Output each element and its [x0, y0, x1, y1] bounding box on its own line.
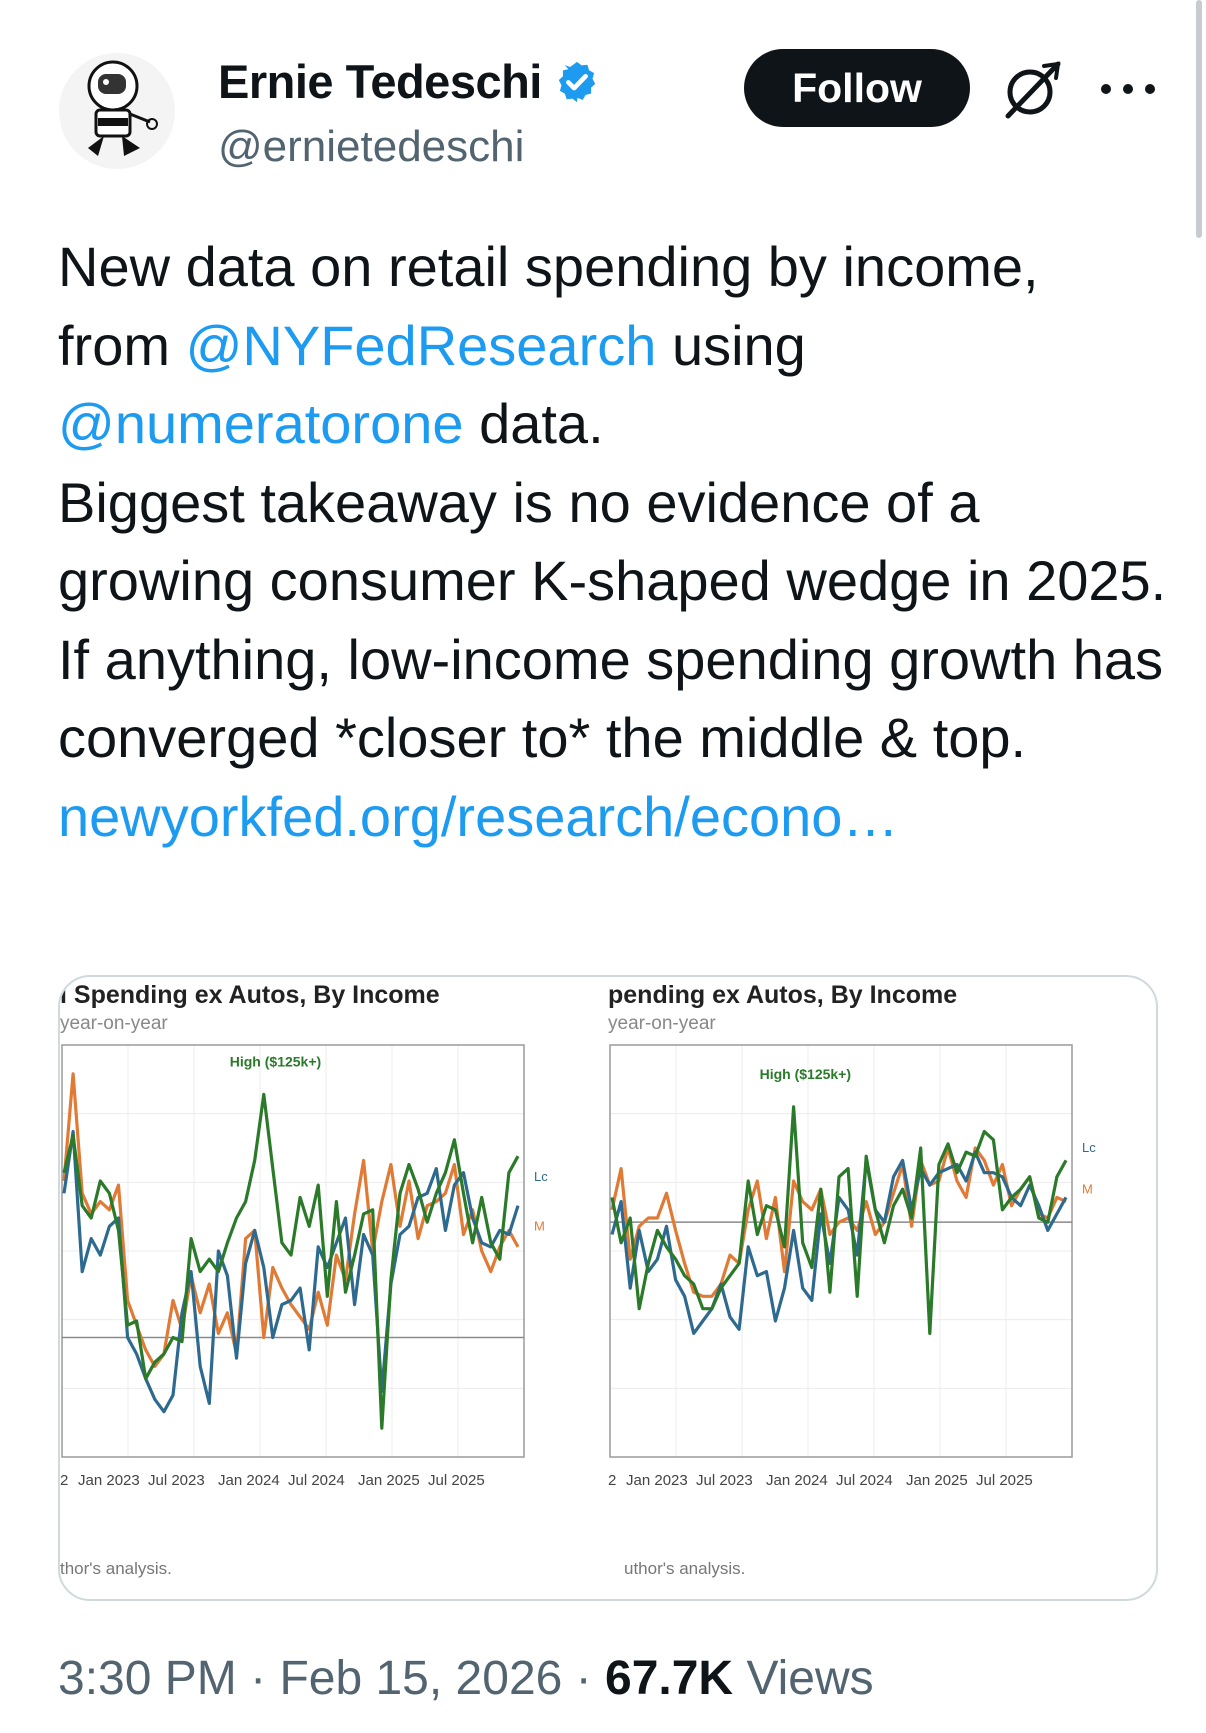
author-name[interactable]: Ernie Tedeschi: [218, 54, 542, 109]
x-tick-label: Jan 2024: [766, 1472, 828, 1489]
chart-right-subtitle: year-on-year: [608, 1013, 716, 1034]
chart-left-title: l Spending ex Autos, By Income: [60, 981, 440, 1009]
mention-numeratorone[interactable]: @numeratorone: [58, 392, 464, 455]
annotation-low-label: Lc: [534, 1169, 548, 1184]
tweet-from: from: [58, 313, 170, 377]
scrollbar[interactable]: [1196, 0, 1202, 238]
meta-separator: ·: [575, 1652, 592, 1705]
series-line-0: [62, 1092, 520, 1430]
x-tick-label: Jul 2023: [696, 1472, 753, 1489]
author-name-row[interactable]: Ernie Tedeschi: [218, 54, 600, 109]
tweet-data-word: data.: [479, 392, 604, 455]
more-options-icon[interactable]: [1096, 76, 1160, 102]
chart-right-svg: High ($125k+) Lc M 2 Jan 2023 Jul 2023 Jan 202…: [608, 1044, 1096, 1489]
x-tick-label: Jan 2023: [78, 1472, 140, 1489]
annotation-low-label: Lc: [1082, 1140, 1096, 1155]
x-tick-label: Jul 2024: [836, 1472, 893, 1489]
chart-left-subtitle: year-on-year: [60, 1013, 168, 1034]
chart-right-title: pending ex Autos, By Income: [608, 981, 958, 1009]
chart-left-svg: High ($125k+) Lc M 2 Jan 2023 Jul 2023 Jan 202…: [60, 1044, 548, 1489]
x-tick-label: 2: [60, 1472, 68, 1489]
series-line-2: [62, 1129, 520, 1414]
media-card[interactable]: High ($125k+) Lc M 2 Jan 2023 Jul 2023 Jan 202…: [58, 975, 1158, 1601]
mention-nyfedresearch[interactable]: @NYFedResearch: [186, 314, 657, 377]
views-count: 67.7K: [605, 1652, 734, 1705]
chart-right-source: uthor's analysis.: [624, 1559, 746, 1578]
annotation-high-label: High ($125k+): [760, 1066, 851, 1082]
x-tick-label: Jan 2025: [906, 1472, 968, 1489]
views-label: Views: [746, 1652, 874, 1705]
avatar[interactable]: [58, 52, 176, 170]
meta-separator: ·: [250, 1652, 267, 1705]
x-tick-label: Jul 2025: [428, 1472, 485, 1489]
tweet-link[interactable]: newyorkfed.org/research/econo…: [58, 785, 898, 848]
annotation-middle-label: M: [1082, 1181, 1093, 1196]
tweet-text: New data on retail spending by income, f…: [58, 228, 1168, 856]
verified-badge-icon: [558, 61, 596, 102]
x-tick-label: Jan 2024: [218, 1472, 280, 1489]
chart-image-left[interactable]: High ($125k+) Lc M 2 Jan 2023 Jul 2023 Jan 202…: [60, 977, 600, 1599]
x-tick-label: 2: [608, 1472, 616, 1489]
follow-button[interactable]: Follow: [744, 49, 970, 127]
x-tick-label: Jul 2025: [976, 1472, 1033, 1489]
tweet-line: New data on retail spending by income, f…: [58, 228, 1168, 464]
tweet-using: using: [671, 313, 806, 377]
x-tick-label: Jan 2023: [626, 1472, 688, 1489]
avatar-astronaut-image: [59, 53, 175, 169]
tweet-meta: 3:30 PM · Feb 15, 2026 · 67.7K Views: [58, 1651, 874, 1706]
series-line-0: [610, 1105, 1068, 1335]
x-tick-label: Jul 2024: [288, 1472, 345, 1489]
x-tick-label: Jan 2025: [358, 1472, 420, 1489]
grok-icon[interactable]: [998, 56, 1064, 122]
tweet-date[interactable]: Feb 15, 2026: [279, 1652, 562, 1705]
annotation-high-label: High ($125k+): [230, 1053, 321, 1069]
tweet-time[interactable]: 3:30 PM: [58, 1652, 237, 1705]
chart-image-right[interactable]: High ($125k+) Lc M 2 Jan 2023 Jul 2023 Jan 202…: [608, 977, 1148, 1599]
chart-left-source: thor's analysis.: [60, 1559, 172, 1578]
tweet-line1: New data on retail spending by income,: [58, 235, 1039, 298]
x-tick-label: Jul 2023: [148, 1472, 205, 1489]
author-handle[interactable]: @ernietedeschi: [218, 122, 524, 172]
annotation-middle-label: M: [534, 1218, 545, 1233]
tweet-paragraph-2: Biggest takeaway is no evidence of a gro…: [58, 470, 1167, 770]
